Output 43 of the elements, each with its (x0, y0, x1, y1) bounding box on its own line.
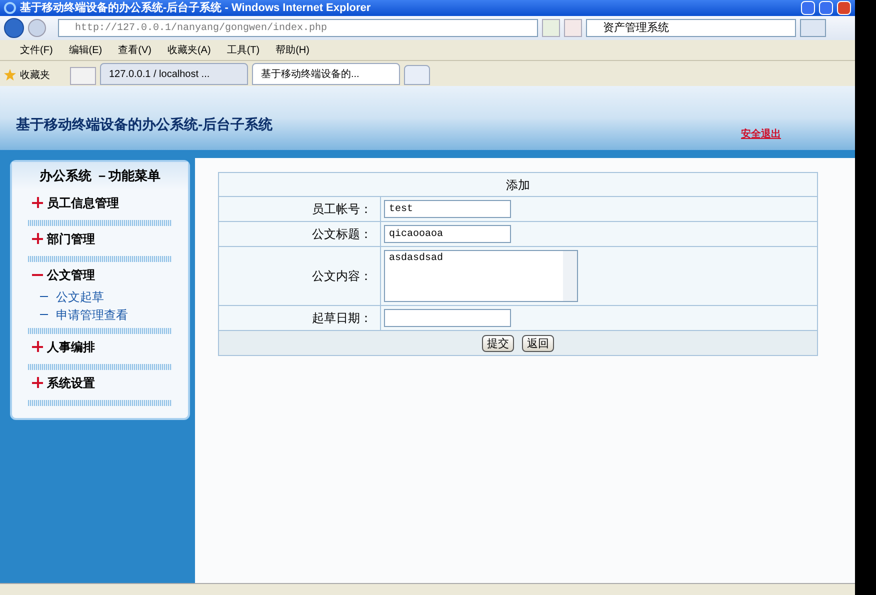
sidebar-title: 办公系统 －功能菜单 (12, 162, 188, 190)
minimize-button[interactable] (801, 1, 815, 15)
back-button[interactable] (4, 18, 24, 38)
submenu-link[interactable]: 公文起草 (12, 288, 188, 306)
text-field[interactable] (384, 309, 511, 327)
browser-icon (4, 2, 16, 14)
address-field[interactable]: http://127.0.0.1/nanyang/gongwen/index.php (58, 19, 538, 37)
form-button[interactable]: 返回 (522, 334, 554, 352)
text-field[interactable]: test (384, 200, 511, 218)
sidebar-item[interactable]: 部门管理 (12, 226, 188, 252)
field-label: 公文内容： (312, 268, 372, 285)
star-icon (4, 69, 16, 81)
submenu-link[interactable]: 申请管理查看 (12, 306, 188, 324)
dash-icon (40, 314, 48, 315)
search-field[interactable]: 资产管理系统 (586, 19, 796, 37)
dash-icon (40, 296, 48, 297)
menu-item[interactable]: 收藏夹(A) (167, 42, 211, 58)
content-textarea[interactable]: asdasdsad (384, 250, 578, 302)
field-label: 员工帐号： (312, 201, 372, 218)
new-tab-button[interactable] (404, 65, 430, 85)
forward-button[interactable] (28, 19, 46, 37)
window-title: 基于移动终端设备的办公系统-后台子系统 - Windows Internet Explorer (20, 0, 371, 16)
sidebar-item[interactable]: 人事编排 (12, 334, 188, 360)
browser-tab[interactable]: 基于移动终端设备的... (252, 63, 400, 85)
browser-tab[interactable]: 127.0.0.1 / localhost ... (100, 63, 248, 85)
header-title: 基于移动终端设备的办公系统-后台子系统 (16, 114, 273, 134)
field-label: 公文标题： (312, 226, 372, 243)
menu-item[interactable]: 工具(T) (226, 42, 260, 58)
tab-grid-button[interactable] (70, 67, 96, 85)
maximize-button[interactable] (819, 1, 833, 15)
field-label: 起草日期： (312, 310, 372, 327)
menu-item[interactable]: 编辑(E) (68, 42, 102, 58)
sidebar-item[interactable]: 员工信息管理 (12, 190, 188, 216)
form-title: 添加 (219, 173, 817, 197)
text-field[interactable]: qicaooaoa (384, 225, 511, 243)
sidebar-item[interactable]: 公文管理 (12, 262, 188, 288)
close-button[interactable] (837, 1, 851, 15)
form-button[interactable]: 提交 (482, 334, 514, 352)
menu-item[interactable]: 帮助(H) (276, 42, 310, 58)
menu-item[interactable]: 查看(V) (118, 42, 152, 58)
favorites-button[interactable]: 收藏夹 (4, 65, 66, 85)
menu-item[interactable]: 文件(F) (20, 42, 53, 58)
sidebar-item[interactable]: 系统设置 (12, 370, 188, 396)
